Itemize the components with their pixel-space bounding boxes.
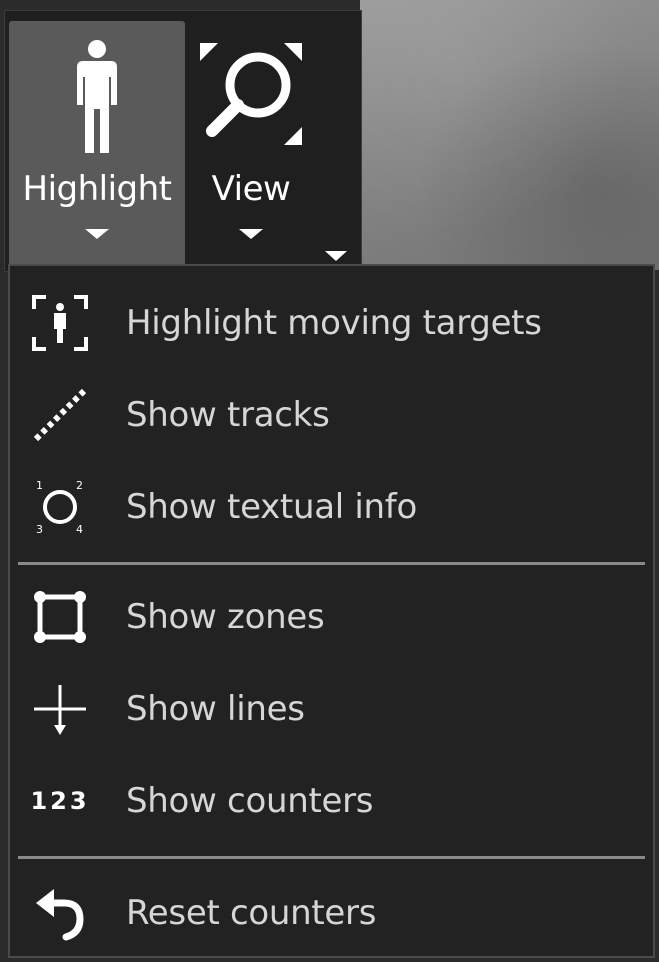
menu-item-show-zones[interactable]: Show zones (10, 574, 653, 660)
view-label: View (211, 169, 291, 209)
chevron-down-icon (239, 229, 263, 239)
zones-icon (28, 585, 92, 649)
menu-separator (18, 562, 645, 565)
more-options-chevron-icon[interactable] (325, 251, 347, 261)
svg-text:2: 2 (76, 479, 83, 492)
svg-text:1: 1 (36, 479, 43, 492)
lines-icon (28, 677, 92, 741)
menu-item-show-tracks[interactable]: Show tracks (10, 372, 653, 458)
menu-item-label: Show textual info (126, 487, 417, 527)
highlight-dropdown-menu: Highlight moving targets Show tracks 1 2… (8, 264, 655, 958)
app-stage: Highlight View Highlight moving targets … (0, 0, 659, 962)
menu-item-show-textual-info[interactable]: 1 2 3 4 Show textual info (10, 464, 653, 550)
toolbar: Highlight View (4, 10, 362, 272)
menu-item-reset-counters[interactable]: Reset counters (10, 870, 653, 956)
svg-text:4: 4 (76, 523, 83, 536)
menu-item-label: Show tracks (126, 395, 330, 435)
chevron-down-icon (85, 229, 109, 239)
reset-icon (28, 881, 92, 945)
menu-item-label: Show lines (126, 689, 305, 729)
menu-item-label: Show counters (126, 781, 374, 821)
highlight-button[interactable]: Highlight (9, 21, 185, 267)
magnifier-icon (196, 39, 306, 153)
moving-target-icon (28, 291, 92, 355)
counters-glyph: 123 (30, 787, 90, 815)
menu-item-label: Highlight moving targets (126, 303, 542, 343)
view-button[interactable]: View (191, 21, 311, 267)
video-view[interactable] (360, 0, 659, 270)
menu-item-show-lines[interactable]: Show lines (10, 666, 653, 752)
menu-item-show-counters[interactable]: 123 Show counters (10, 758, 653, 844)
menu-item-label: Show zones (126, 597, 325, 637)
counters-icon: 123 (28, 769, 92, 833)
menu-separator (18, 856, 645, 859)
person-icon (71, 39, 123, 161)
menu-item-highlight-moving-targets[interactable]: Highlight moving targets (10, 280, 653, 366)
svg-text:3: 3 (36, 523, 43, 536)
menu-item-label: Reset counters (126, 893, 377, 933)
textual-info-icon: 1 2 3 4 (28, 475, 92, 539)
highlight-label: Highlight (22, 169, 173, 209)
tracks-icon (28, 383, 92, 447)
